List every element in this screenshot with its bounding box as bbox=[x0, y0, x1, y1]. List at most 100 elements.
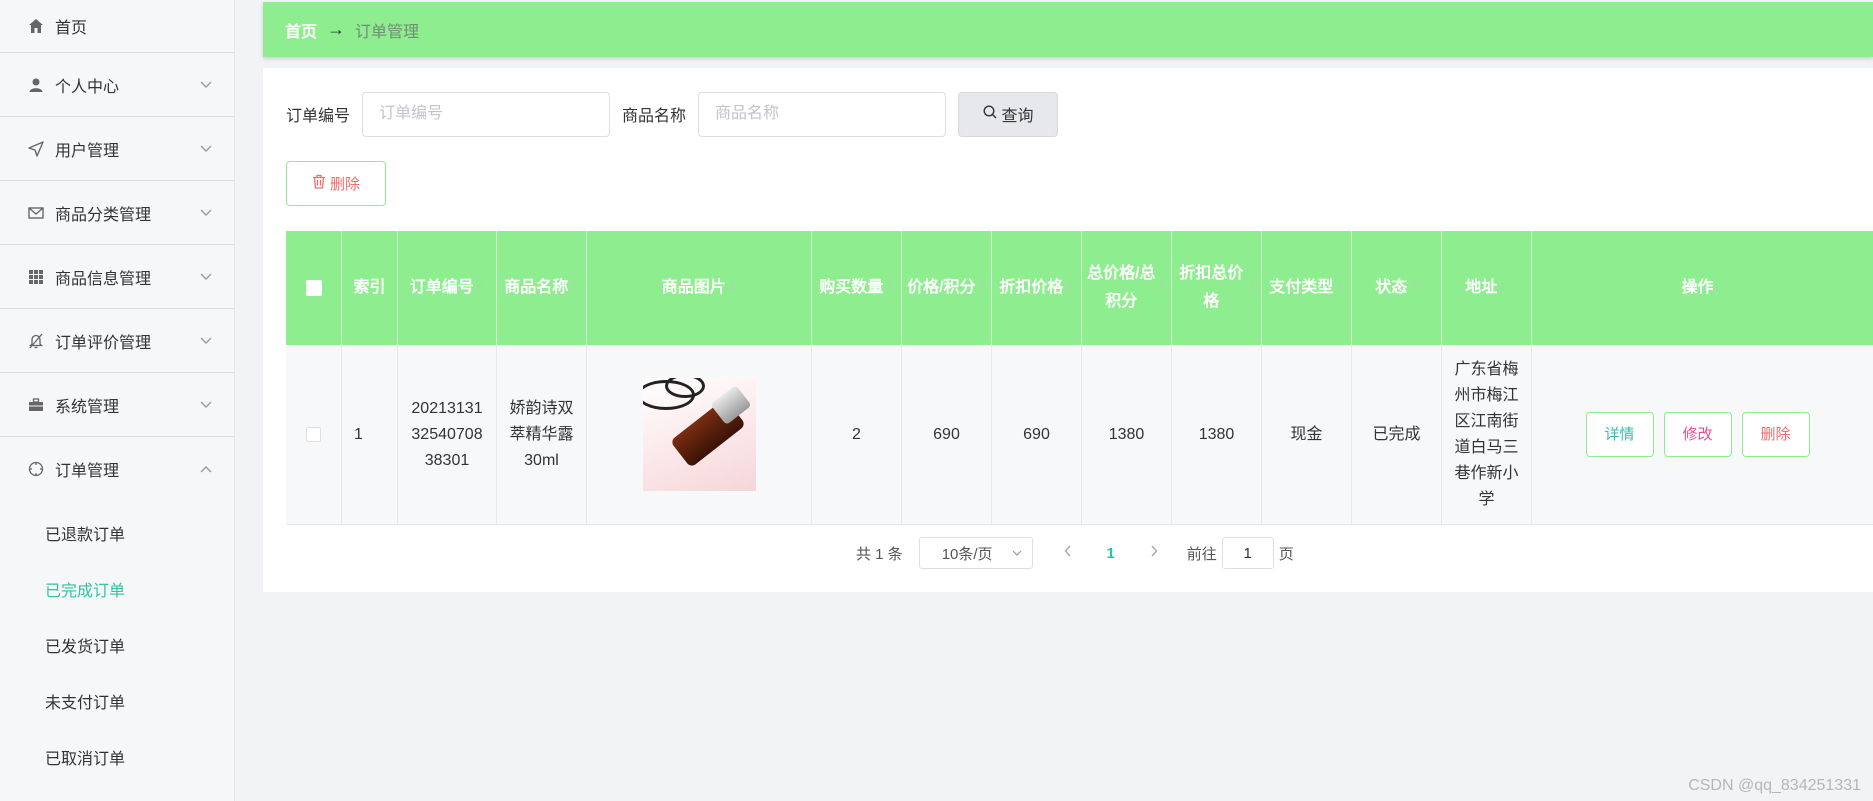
sort-icon[interactable]: ⇕ bbox=[978, 274, 986, 302]
column-header-price[interactable]: 价格/积分 ⇕ bbox=[902, 231, 992, 345]
column-header-label: 总价格/总积分 bbox=[1087, 265, 1156, 310]
sidebar-item-order-management[interactable]: 订单管理 bbox=[0, 437, 234, 501]
column-header-label: 状态 bbox=[1375, 279, 1408, 296]
cell-total-price: 1380 bbox=[1082, 345, 1172, 524]
sidebar-item-system-management[interactable]: 系统管理 bbox=[0, 373, 234, 437]
chevron-down-icon bbox=[200, 78, 212, 92]
query-button-label: 查询 bbox=[1001, 108, 1034, 125]
prev-page-button[interactable] bbox=[1053, 544, 1083, 562]
cell-index: 1 bbox=[342, 345, 398, 524]
briefcase-icon bbox=[26, 395, 46, 415]
detail-button[interactable]: 详情 bbox=[1585, 412, 1654, 457]
sort-icon[interactable]: ⇕ bbox=[728, 274, 736, 302]
next-page-button[interactable] bbox=[1139, 544, 1169, 562]
chevron-down-icon bbox=[200, 206, 212, 220]
select-all-checkbox[interactable] bbox=[305, 280, 322, 296]
sidebar-item-label: 订单评价管理 bbox=[55, 334, 152, 352]
column-header-actions: 操作 bbox=[1681, 279, 1714, 296]
delete-button[interactable]: 删除 bbox=[1741, 412, 1810, 457]
column-header-total-price[interactable]: 总价格/总积分 ⇕ bbox=[1082, 231, 1172, 345]
column-header-label: 支付类型 bbox=[1269, 279, 1334, 296]
sidebar-item-label: 个人中心 bbox=[55, 78, 120, 96]
sidebar-subitem-unpaid-orders[interactable]: 未支付订单 bbox=[0, 673, 234, 729]
sidebar-item-label: 用户管理 bbox=[55, 142, 120, 160]
sidebar-subitem-refunded-orders[interactable]: 已退款订单 bbox=[0, 505, 234, 561]
cell-status: 已完成 bbox=[1352, 345, 1442, 524]
edit-button[interactable]: 修改 bbox=[1663, 412, 1732, 457]
page-unit-label: 页 bbox=[1278, 545, 1294, 563]
watermark: CSDN @qq_834251331 bbox=[1688, 777, 1861, 794]
bell-off-icon bbox=[26, 331, 46, 351]
chevron-down-icon bbox=[200, 270, 212, 284]
goto-page-input[interactable] bbox=[1221, 537, 1274, 569]
column-header-label: 地址 bbox=[1465, 279, 1498, 296]
sort-icon[interactable]: ⇕ bbox=[476, 274, 484, 302]
column-header-product-name[interactable]: 商品名称 ⇕ bbox=[497, 231, 587, 345]
send-icon bbox=[26, 139, 46, 159]
sidebar-subitem-shipped-orders[interactable]: 已发货订单 bbox=[0, 617, 234, 673]
product-image[interactable] bbox=[642, 378, 756, 491]
cell-quantity: 2 bbox=[812, 345, 902, 524]
column-header-pay-type[interactable]: 支付类型 ⇕ bbox=[1262, 231, 1352, 345]
breadcrumb-current: 订单管理 bbox=[355, 23, 420, 41]
product-name-input[interactable] bbox=[698, 91, 947, 137]
column-header-label: 折扣总价格 bbox=[1179, 265, 1244, 310]
sidebar-item-product-info-management[interactable]: 商品信息管理 bbox=[0, 245, 234, 309]
product-name-label: 商品名称 bbox=[622, 108, 687, 125]
cell-product-name: 娇韵诗双 萃精华露 30ml bbox=[497, 345, 587, 524]
cell-order-no: 20213131 32540708 38301 bbox=[398, 345, 497, 524]
sidebar-item-order-review-management[interactable]: 订单评价管理 bbox=[0, 309, 234, 373]
goto-label: 前往 bbox=[1186, 545, 1217, 563]
breadcrumb-home[interactable]: 首页 bbox=[285, 18, 317, 42]
sidebar-item-home[interactable]: 首页 bbox=[0, 0, 234, 53]
mail-icon bbox=[26, 203, 46, 223]
sidebar-item-label: 订单管理 bbox=[55, 463, 120, 480]
sort-icon[interactable]: ⇕ bbox=[885, 274, 893, 302]
order-submenu: 已退款订单 已完成订单 已发货订单 未支付订单 已取消订单 bbox=[0, 501, 234, 785]
batch-delete-button[interactable]: 删除 bbox=[286, 161, 386, 206]
chevron-down-icon bbox=[200, 334, 212, 348]
column-header-index: 索引 bbox=[342, 231, 398, 345]
order-no-label: 订单编号 bbox=[286, 108, 351, 125]
sidebar-subitem-completed-orders[interactable]: 已完成订单 bbox=[0, 561, 234, 617]
chevron-down-icon bbox=[200, 398, 212, 412]
home-icon bbox=[26, 16, 46, 36]
column-header-status[interactable]: 状态 ⇕ bbox=[1352, 231, 1442, 345]
column-header-label: 商品名称 bbox=[504, 279, 569, 296]
sort-icon[interactable]: ⇕ bbox=[1409, 274, 1417, 302]
page-size-select[interactable]: 10条/页 bbox=[918, 537, 1033, 569]
sidebar-item-label: 商品信息管理 bbox=[55, 270, 152, 288]
cell-product-image bbox=[587, 345, 812, 524]
order-no-input[interactable] bbox=[362, 91, 611, 137]
sidebar-item-category-management[interactable]: 商品分类管理 bbox=[0, 181, 234, 245]
sort-icon[interactable]: ⇕ bbox=[1499, 274, 1507, 302]
cell-discount-total: 1380 bbox=[1172, 345, 1262, 524]
cell-address: 广东省梅 州市梅江 区江南街 道白马三 巷作新小 学 bbox=[1442, 345, 1532, 524]
column-header-order-no[interactable]: 订单编号 ⇕ bbox=[398, 231, 497, 345]
sort-icon[interactable]: ⇕ bbox=[1065, 274, 1073, 302]
sort-icon[interactable]: ⇕ bbox=[1335, 274, 1343, 302]
trash-icon bbox=[312, 174, 326, 193]
sidebar-item-personal-center[interactable]: 个人中心 bbox=[0, 53, 234, 117]
row-checkbox[interactable] bbox=[306, 427, 321, 442]
page-size-value: 10条/页 bbox=[941, 545, 993, 563]
column-header-discount-price[interactable]: 折扣价格 ⇕ bbox=[992, 231, 1082, 345]
chevron-up-icon bbox=[200, 462, 212, 476]
sidebar-item-user-management[interactable]: 用户管理 bbox=[0, 117, 234, 181]
page-number-current[interactable]: 1 bbox=[1083, 545, 1139, 562]
select-all-cell bbox=[286, 231, 342, 345]
column-header-quantity[interactable]: 购买数量 ⇕ bbox=[812, 231, 902, 345]
column-header-discount-total[interactable]: 折扣总价格 ⇕ bbox=[1172, 231, 1262, 345]
sort-icon[interactable]: ⇕ bbox=[1159, 274, 1167, 302]
column-header-product-image[interactable]: 商品图片 ⇕ bbox=[587, 231, 812, 345]
cell-price: 690 bbox=[902, 345, 992, 524]
sidebar-subitem-cancelled-orders[interactable]: 已取消订单 bbox=[0, 729, 234, 785]
goto-page: 前往 页 bbox=[1187, 537, 1294, 569]
sort-icon[interactable]: ⇕ bbox=[1249, 274, 1257, 302]
column-header-address[interactable]: 地址 ⇕ bbox=[1442, 231, 1532, 345]
cell-pay-type: 现金 bbox=[1262, 345, 1352, 524]
breadcrumb-separator: → bbox=[327, 19, 346, 39]
sort-icon[interactable]: ⇕ bbox=[570, 274, 578, 302]
search-bar: 订单编号 商品名称 查询 bbox=[286, 91, 1059, 137]
query-button[interactable]: 查询 bbox=[958, 91, 1059, 137]
